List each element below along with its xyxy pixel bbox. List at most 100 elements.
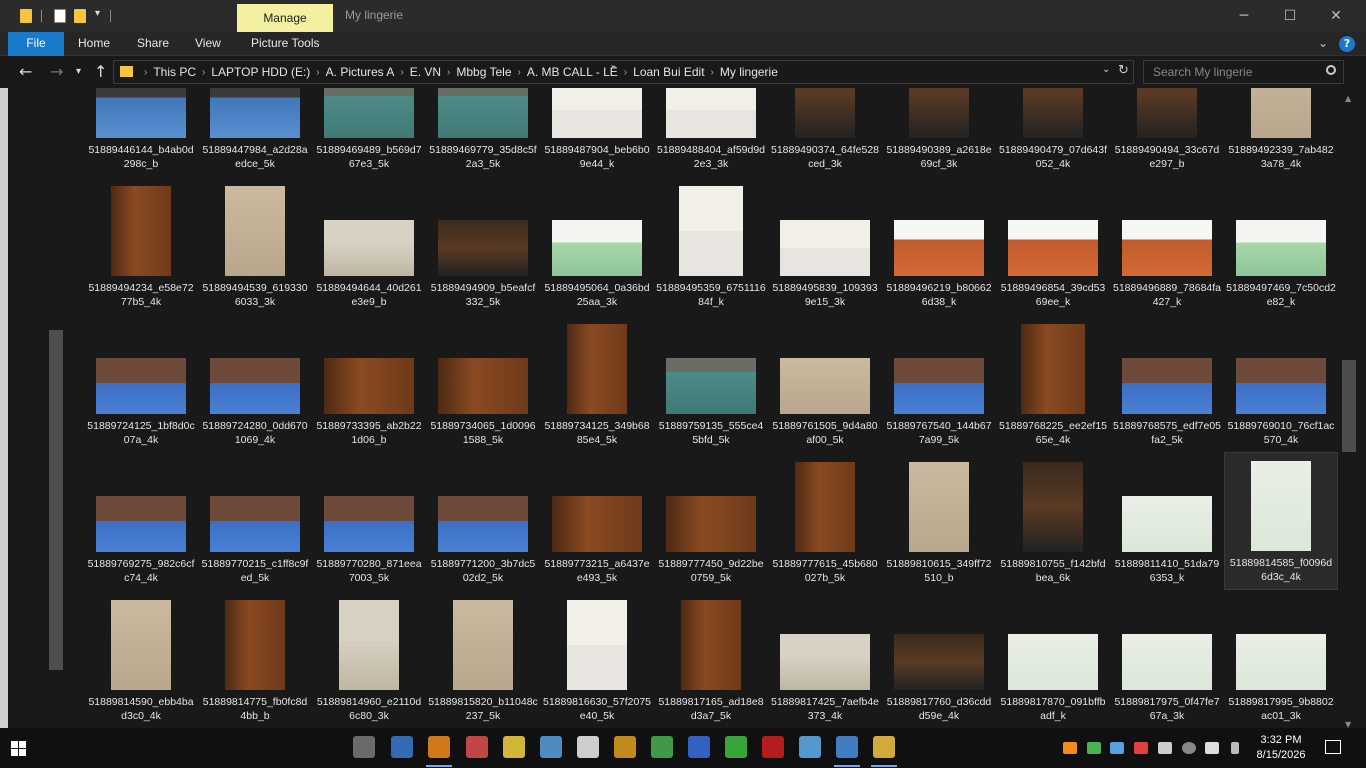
help-icon[interactable]: ? [1339, 36, 1355, 52]
file-item[interactable]: 51889724125_1bf8d0c07a_4k [84, 314, 198, 452]
file-item[interactable]: 51889490374_64fe528ced_3k [768, 88, 882, 176]
scroll-up-icon[interactable]: ▲ [1345, 94, 1351, 103]
checkbox-app-icon[interactable] [688, 736, 710, 758]
record-icon[interactable] [1182, 742, 1196, 754]
file-item[interactable]: 51889768575_edf7e05fa2_5k [1110, 314, 1224, 452]
tray-search-icon[interactable] [1063, 742, 1077, 754]
file-item[interactable]: 51889494539_6193306033_3k [198, 176, 312, 314]
tab-view[interactable]: View [195, 32, 221, 56]
file-item[interactable]: 51889817975_0f47fe767a_3k [1110, 590, 1224, 728]
file-item[interactable]: 51889496219_b806626d38_k [882, 176, 996, 314]
tab-home[interactable]: Home [78, 32, 110, 56]
customize-quick-access-icon[interactable]: ▾ [95, 8, 100, 19]
file-item[interactable]: 51889490389_a2618e69cf_3k [882, 88, 996, 176]
refresh-icon[interactable]: ↻ [1118, 63, 1129, 78]
back-arrow-icon[interactable]: ← [19, 62, 32, 81]
chrome-app-icon[interactable] [836, 736, 858, 758]
breadcrumb-item[interactable]: E. VN [410, 65, 441, 79]
tab-file[interactable]: File [8, 32, 64, 56]
breadcrumb-item[interactable]: Mbbg Tele [456, 65, 511, 79]
volume-icon[interactable] [1205, 742, 1219, 754]
navigation-pane-scroll-thumb[interactable] [49, 330, 63, 670]
file-item[interactable]: 51889777615_45b680027b_5k [768, 452, 882, 590]
file-item[interactable]: 51889492339_7ab4823a78_4k [1224, 88, 1338, 176]
file-item[interactable]: 51889810755_f142bfdbea_6k [996, 452, 1110, 590]
file-item[interactable]: 51889777450_9d22be0759_5k [654, 452, 768, 590]
expand-ribbon-icon[interactable]: ⌄ [1318, 36, 1328, 50]
file-item[interactable]: 51889487904_beb6b09e44_k [540, 88, 654, 176]
file-item[interactable]: 51889761505_9d4a80af00_5k [768, 314, 882, 452]
file-item[interactable]: 51889814960_e2110d6c80_3k [312, 590, 426, 728]
file-item[interactable]: 51889768225_ee2ef1565e_4k [996, 314, 1110, 452]
breadcrumb-separator-icon[interactable]: › [316, 67, 319, 78]
globe-app-icon[interactable] [651, 736, 673, 758]
file-item[interactable]: 51889814585_f0096d6d3c_4k [1224, 452, 1338, 590]
minimize-button[interactable]: ─ [1221, 0, 1267, 32]
file-item[interactable]: 51889495839_1093939e15_3k [768, 176, 882, 314]
file-item[interactable]: 51889814775_fb0fc8d4bb_b [198, 590, 312, 728]
file-item[interactable]: 51889490479_07d643f052_4k [996, 88, 1110, 176]
recent-locations-icon[interactable]: ▾ [76, 66, 81, 77]
clock-time[interactable]: 3:32 PM [1249, 734, 1313, 746]
breadcrumb-separator-icon[interactable]: › [400, 67, 403, 78]
mail-app-icon[interactable] [466, 736, 488, 758]
breadcrumb-item[interactable]: A. MB CALL - LỀ [527, 65, 618, 79]
file-item[interactable]: 51889494909_b5eafcf332_5k [426, 176, 540, 314]
address-bar[interactable]: › This PC › LAPTOP HDD (E:) › A. Pictures A › E… [113, 60, 1134, 84]
breadcrumb-separator-icon[interactable]: › [144, 67, 147, 78]
file-item[interactable]: 51889724280_0dd6701069_4k [198, 314, 312, 452]
tray-globe-icon[interactable] [1087, 742, 1101, 754]
settings-app-icon[interactable] [614, 736, 636, 758]
search-app-icon[interactable] [428, 736, 450, 758]
file-item[interactable]: 51889817760_d36cddd59e_4k [882, 590, 996, 728]
file-item[interactable]: 51889771200_3b7dc502d2_5k [426, 452, 540, 590]
file-item[interactable]: 51889815820_b11048c237_5k [426, 590, 540, 728]
file-item[interactable]: 51889817995_9b8802ac01_3k [1224, 590, 1338, 728]
clock-date[interactable]: 8/15/2026 [1249, 749, 1313, 761]
breadcrumb-separator-icon[interactable]: › [624, 67, 627, 78]
breadcrumb-item[interactable]: My lingerie [720, 65, 778, 79]
properties-icon[interactable] [54, 9, 66, 23]
battery-icon[interactable] [1231, 742, 1239, 754]
file-item[interactable]: 51889469779_35d8c5f2a3_5k [426, 88, 540, 176]
notifications-icon[interactable] [1325, 740, 1341, 754]
breadcrumb-separator-icon[interactable]: › [518, 67, 521, 78]
file-item[interactable]: 51889490494_33c67de297_b [1110, 88, 1224, 176]
file-item[interactable]: 51889770215_c1ff8c9fed_5k [198, 452, 312, 590]
new-folder-icon[interactable] [74, 9, 86, 23]
cloud-app-icon[interactable] [540, 736, 562, 758]
file-item[interactable]: 51889488404_af59d9d2e3_3k [654, 88, 768, 176]
file-item[interactable]: 51889770280_871eea7003_5k [312, 452, 426, 590]
task-view-app-icon[interactable] [353, 736, 375, 758]
file-item[interactable]: 51889733395_ab2b221d06_b [312, 314, 426, 452]
tray-v-icon[interactable] [1134, 742, 1148, 754]
content-scroll-thumb[interactable] [1342, 360, 1356, 452]
file-item[interactable]: 51889495064_0a36bd25aa_3k [540, 176, 654, 314]
file-item[interactable]: 51889494644_40d261e3e9_b [312, 176, 426, 314]
breadcrumb-item[interactable]: Loan Bui Edit [633, 65, 704, 79]
file-item[interactable]: 51889497469_7c50cd2e82_k [1224, 176, 1338, 314]
file-item[interactable]: 51889446144_b4ab0d298c_b [84, 88, 198, 176]
address-history-icon[interactable]: ⌄ [1102, 64, 1110, 75]
file-item[interactable]: 51889816630_57f2075e40_5k [540, 590, 654, 728]
file-item[interactable]: 51889811410_51da796353_k [1110, 452, 1224, 590]
up-arrow-icon[interactable]: ↑ [94, 62, 107, 81]
network-icon[interactable] [1158, 742, 1172, 754]
tray-cloud-icon[interactable] [1110, 742, 1124, 754]
file-item[interactable]: 51889769010_76cf1ac570_4k [1224, 314, 1338, 452]
file-item[interactable]: 51889469489_b569d767e3_5k [312, 88, 426, 176]
clover-app-icon[interactable] [725, 736, 747, 758]
breadcrumb-separator-icon[interactable]: › [447, 67, 450, 78]
file-item[interactable]: 51889495359_675111684f_k [654, 176, 768, 314]
cherry-app-icon[interactable] [762, 736, 784, 758]
file-item[interactable]: 51889734065_1d00961588_5k [426, 314, 540, 452]
forward-arrow-icon[interactable]: → [50, 62, 63, 81]
file-item[interactable]: 51889447984_a2d28aedce_5k [198, 88, 312, 176]
file-item[interactable]: 51889496889_78684fa427_k [1110, 176, 1224, 314]
file-item[interactable]: 51889817165_ad18e8d3a7_5k [654, 590, 768, 728]
tab-picture-tools[interactable]: Picture Tools [251, 32, 319, 56]
file-item[interactable]: 51889759135_555ce45bfd_5k [654, 314, 768, 452]
file-item[interactable]: 51889769275_982c6cfc74_4k [84, 452, 198, 590]
file-item[interactable]: 51889814590_ebb4bad3c0_4k [84, 590, 198, 728]
file-item[interactable]: 51889773215_a6437ee493_5k [540, 452, 654, 590]
